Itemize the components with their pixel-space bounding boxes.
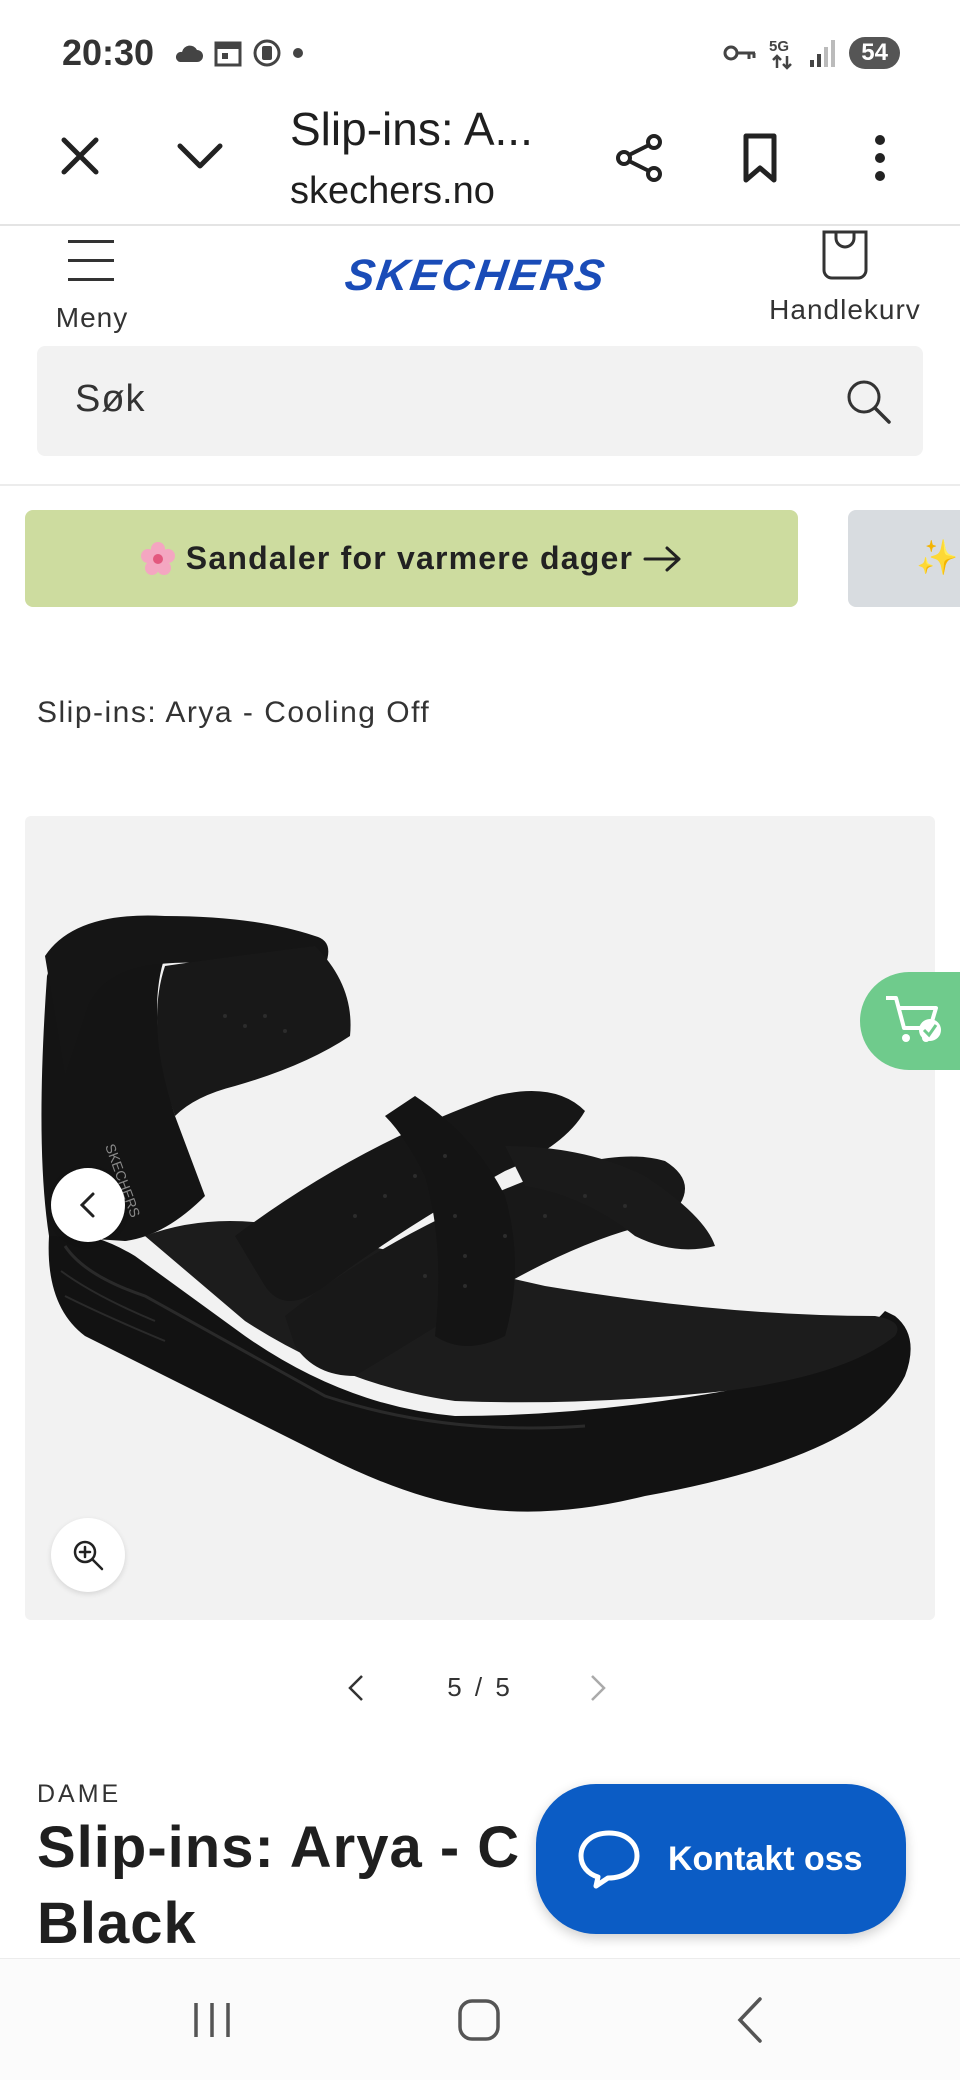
- promo-banner-next[interactable]: ✨: [848, 510, 960, 607]
- recent-apps-icon[interactable]: [190, 1999, 234, 2041]
- arrow-right-icon: [643, 546, 681, 571]
- breadcrumb-title: Slip-ins: Arya - Cooling Off: [37, 696, 431, 729]
- promo-carousel: Sandaler for varmere dager ✨: [0, 510, 960, 610]
- 5g-icon: 5G: [769, 38, 793, 70]
- system-nav-bar: [0, 1958, 960, 2080]
- status-icons-left: [172, 38, 304, 68]
- shopping-bag-icon: [822, 230, 868, 280]
- pager-next-icon[interactable]: [580, 1670, 614, 1706]
- contact-us-button[interactable]: Kontakt oss: [536, 1784, 906, 1934]
- key-icon: [723, 45, 756, 61]
- home-icon[interactable]: [456, 1997, 502, 2043]
- cart-button[interactable]: Handlekurv: [760, 228, 930, 328]
- floating-cart-button[interactable]: [860, 972, 960, 1070]
- prev-image-button[interactable]: [51, 1168, 125, 1242]
- status-icons-right: 5G 54: [723, 36, 900, 70]
- gallery-pagination: 5 / 5: [340, 1666, 620, 1710]
- contact-label: Kontakt oss: [668, 1839, 863, 1878]
- site-header: Meny SKECHERS Handlekurv Søk: [0, 226, 960, 486]
- dot-icon: [293, 48, 303, 58]
- browser-toolbar: Slip-ins: A... skechers.no: [0, 100, 960, 226]
- zoom-button[interactable]: [51, 1518, 125, 1592]
- page-url[interactable]: skechers.no: [290, 170, 495, 213]
- status-time: 20:30: [62, 32, 155, 73]
- search-placeholder: Søk: [75, 378, 146, 420]
- pager-counter: 5 / 5: [447, 1672, 513, 1702]
- tab-title[interactable]: Slip-ins: A...: [290, 102, 533, 156]
- chat-bubble-icon: [578, 1830, 640, 1889]
- cart-check-icon: [886, 996, 941, 1042]
- chevron-down-icon[interactable]: [172, 128, 228, 184]
- svg-text:5G: 5G: [769, 38, 789, 55]
- hamburger-icon: [68, 240, 114, 281]
- promo-banner-sandals[interactable]: Sandaler for varmere dager: [25, 510, 798, 607]
- pager-prev-icon[interactable]: [340, 1670, 374, 1706]
- product-category: DAME: [37, 1780, 122, 1808]
- sparkle-icon: ✨: [916, 539, 959, 577]
- status-bar: 20:30 5G 54: [0, 0, 960, 100]
- calendar-icon: [214, 41, 242, 67]
- skechers-logo[interactable]: SKECHERS: [276, 252, 682, 296]
- share-icon[interactable]: [612, 130, 668, 186]
- back-icon[interactable]: [730, 1995, 770, 2045]
- search-input[interactable]: Søk: [37, 346, 923, 456]
- flower-icon: [140, 541, 175, 575]
- menu-label: Meny: [55, 302, 129, 333]
- zoom-in-icon: [73, 1540, 104, 1571]
- product-image[interactable]: SKECHERS: [25, 816, 935, 1620]
- product-gallery[interactable]: SKECHERS: [25, 816, 935, 1620]
- promo-text: Sandaler for varmere dager: [185, 540, 634, 576]
- bookmark-icon[interactable]: [732, 130, 788, 186]
- cart-label: Handlekurv: [769, 294, 921, 325]
- svg-text:SKECHERS: SKECHERS: [342, 252, 609, 296]
- record-icon: [253, 39, 281, 67]
- search-icon[interactable]: [843, 376, 893, 426]
- chevron-left-icon: [79, 1192, 95, 1218]
- more-options-icon[interactable]: [852, 130, 908, 186]
- close-icon[interactable]: [52, 128, 108, 184]
- battery-indicator: 54: [849, 37, 900, 69]
- cloud-icon: [175, 45, 203, 62]
- menu-button[interactable]: Meny: [40, 234, 144, 334]
- signal-icon: [810, 40, 836, 67]
